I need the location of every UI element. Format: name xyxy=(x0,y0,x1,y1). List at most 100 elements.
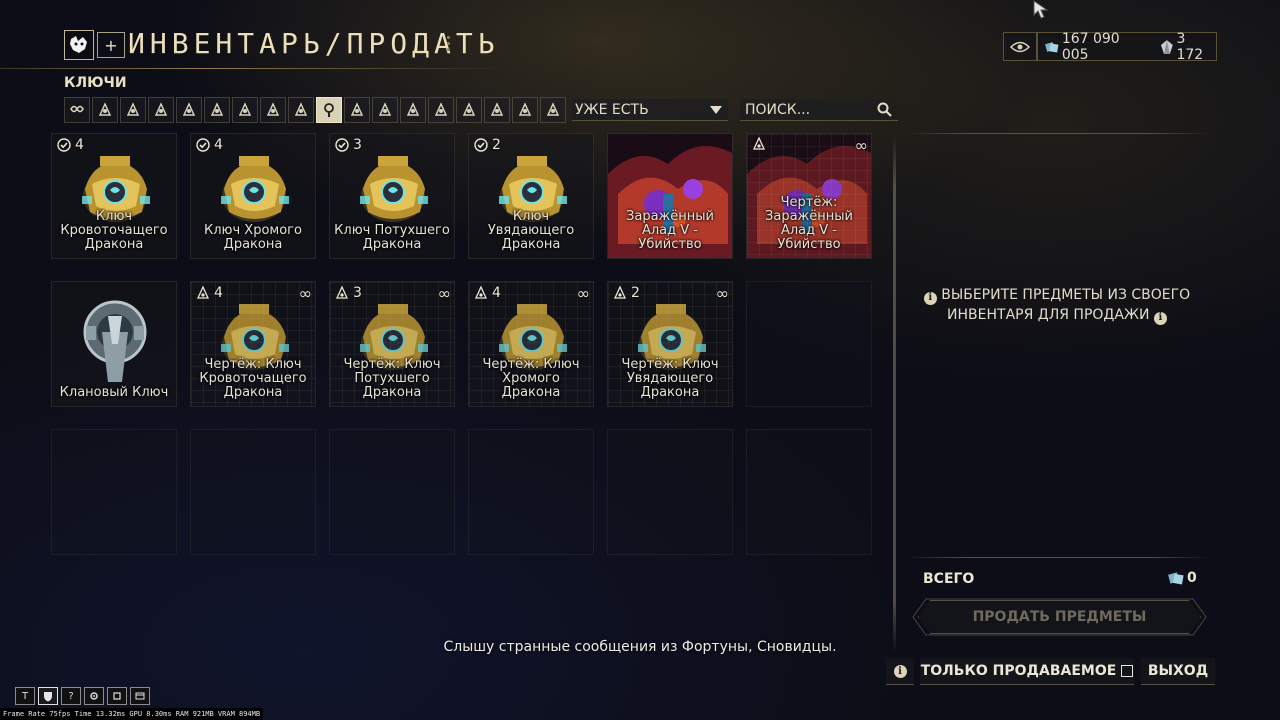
filter-arcane[interactable] xyxy=(540,97,566,123)
inventory-item[interactable]: 2 ∞ Чертёж: Ключ Увядающего Дракона xyxy=(607,281,733,407)
visibility-toggle[interactable] xyxy=(1003,32,1037,61)
text-chat-button[interactable]: T xyxy=(15,687,35,705)
blueprint-icon xyxy=(613,286,627,299)
triangle-down-icon xyxy=(710,105,722,114)
performance-overlay: Frame Rate 75fps Time 13.32ms GPU 8.30ms… xyxy=(0,708,264,720)
mods-icon xyxy=(266,102,280,116)
inventory-item[interactable]: 4 Ключ Хромого Дракона xyxy=(190,133,316,259)
inventory-item[interactable]: 4 ∞ Чертёж: Ключ Кровоточащего Дракона xyxy=(190,281,316,407)
filter-resource[interactable] xyxy=(344,97,370,123)
filter-kubrow[interactable] xyxy=(456,97,482,123)
item-label: Чертёж: Ключ Кровоточащего Дракона xyxy=(199,357,307,400)
item-count: 3 xyxy=(353,137,362,153)
filter-companion[interactable] xyxy=(232,97,258,123)
section-label: КЛЮЧИ xyxy=(64,75,127,91)
item-label: Чертёж: Заражённый Алад V - Убийство xyxy=(765,195,853,252)
blueprint-icon xyxy=(196,286,210,299)
owned-check-icon xyxy=(335,138,349,152)
menu-button[interactable] xyxy=(130,687,150,705)
platinum-icon xyxy=(1160,39,1173,54)
inventory-item[interactable]: 4 ∞ Чертёж: Ключ Хромого Дракона xyxy=(468,281,594,407)
empty-slot xyxy=(746,281,872,407)
filter-mods[interactable] xyxy=(260,97,286,123)
empty-slot xyxy=(746,429,872,555)
item-count-badge: 3 xyxy=(335,137,362,153)
filter-relic[interactable] xyxy=(288,97,314,123)
sell-hint-text: ВЫБЕРИТЕ ПРЕДМЕТЫ ИЗ СВОЕГО ИНВЕНТАРЯ ДЛ… xyxy=(941,287,1191,323)
gear-item-icon xyxy=(434,102,448,116)
credits-value: 167 090 005 xyxy=(1061,30,1120,63)
filter-infinity[interactable] xyxy=(64,97,90,123)
dropdown-value: УЖЕ ЕСТЬ xyxy=(575,101,649,118)
item-count: 3 xyxy=(353,285,362,301)
shield-icon xyxy=(44,691,52,701)
ownership-filter-dropdown[interactable]: УЖЕ ЕСТЬ xyxy=(572,99,728,121)
empty-slot xyxy=(190,429,316,555)
item-count: 2 xyxy=(631,285,640,301)
help-button[interactable]: ? xyxy=(61,687,81,705)
add-button[interactable]: + xyxy=(97,32,125,58)
filter-captura[interactable] xyxy=(484,97,510,123)
credits-icon xyxy=(1168,572,1184,585)
owned-check-icon xyxy=(196,138,210,152)
filter-archwing[interactable] xyxy=(400,97,426,123)
sell-hint: i ВЫБЕРИТЕ ПРЕДМЕТЫ ИЗ СВОЕГО ИНВЕНТАРЯ … xyxy=(912,285,1202,325)
owned-check-icon xyxy=(474,138,488,152)
filter-warframe[interactable] xyxy=(92,97,118,123)
primary-weapon-icon xyxy=(126,102,140,116)
platinum-value: 3 172 xyxy=(1176,30,1204,63)
exit-button[interactable]: ВЫХОД xyxy=(1141,658,1215,685)
melee-weapon-icon xyxy=(182,102,196,116)
total-label: ВСЕГО xyxy=(923,571,975,587)
only-sellable-toggle[interactable]: ТОЛЬКО ПРОДАВАЕМОЕ xyxy=(920,658,1134,685)
header-divider xyxy=(0,68,510,69)
inventory-item[interactable]: 3 ∞ Чертёж: Ключ Потухшего Дракона xyxy=(329,281,455,407)
warframe-icon xyxy=(98,102,112,116)
refresh-button[interactable] xyxy=(107,687,127,705)
sell-items-button[interactable]: ПРОДАТЬ ПРЕДМЕТЫ xyxy=(918,600,1201,634)
info-icon: i xyxy=(1153,311,1167,325)
filter-primary-weapon[interactable] xyxy=(120,97,146,123)
item-label: Ключ Потухшего Дракона xyxy=(334,223,450,252)
info-button[interactable]: i xyxy=(886,658,914,685)
platinum: 3 172 xyxy=(1160,31,1216,63)
archwing-icon xyxy=(406,102,420,116)
unlimited-badge: ∞ xyxy=(715,284,729,303)
infinity-icon xyxy=(70,105,84,113)
filter-key[interactable] xyxy=(316,97,342,123)
key-icon xyxy=(324,103,334,117)
settings-button[interactable] xyxy=(84,687,104,705)
item-label: Заражённый Алад V - Убийство xyxy=(626,209,714,252)
profile-glyph-icon[interactable] xyxy=(64,30,94,60)
inventory-item[interactable]: 2 Ключ Увядающего Дракона xyxy=(468,133,594,259)
blueprint-icon xyxy=(752,137,766,150)
eye-icon xyxy=(1010,41,1030,52)
decoration-icon xyxy=(518,102,532,116)
item-count-badge: 4 xyxy=(196,285,223,301)
checkbox[interactable] xyxy=(1121,665,1134,677)
fish-icon xyxy=(378,102,392,116)
refresh-icon xyxy=(113,692,121,700)
relic-icon xyxy=(294,102,308,116)
credits: 167 090 005 xyxy=(1045,31,1150,63)
filter-sentinel[interactable] xyxy=(204,97,230,123)
inventory-item[interactable]: Клановый Ключ xyxy=(51,281,177,407)
inventory-item[interactable]: 4 Ключ Кровоточащего Дракона xyxy=(51,133,177,259)
unlimited-badge: ∞ xyxy=(576,284,590,303)
inventory-item[interactable]: ∞ Чертёж: Заражённый Алад V - Убийство xyxy=(746,133,872,259)
secondary-weapon-icon xyxy=(154,102,168,116)
gear-icon xyxy=(90,692,98,700)
filter-fish[interactable] xyxy=(372,97,398,123)
filter-gear-item[interactable] xyxy=(428,97,454,123)
inventory-item[interactable]: Заражённый Алад V - Убийство xyxy=(607,133,733,259)
filter-secondary-weapon[interactable] xyxy=(148,97,174,123)
item-count-badge: 4 xyxy=(474,285,501,301)
filter-decoration[interactable] xyxy=(512,97,538,123)
chat-message: Слышу странные сообщения из Фортуны, Сно… xyxy=(443,639,837,655)
item-label: Ключ Увядающего Дракона xyxy=(487,209,575,252)
search-input[interactable]: ПОИСК... xyxy=(740,99,898,121)
filter-melee-weapon[interactable] xyxy=(176,97,202,123)
shield-button[interactable] xyxy=(38,687,58,705)
inventory-item[interactable]: 3 Ключ Потухшего Дракона xyxy=(329,133,455,259)
search-placeholder: ПОИСК... xyxy=(745,101,811,118)
